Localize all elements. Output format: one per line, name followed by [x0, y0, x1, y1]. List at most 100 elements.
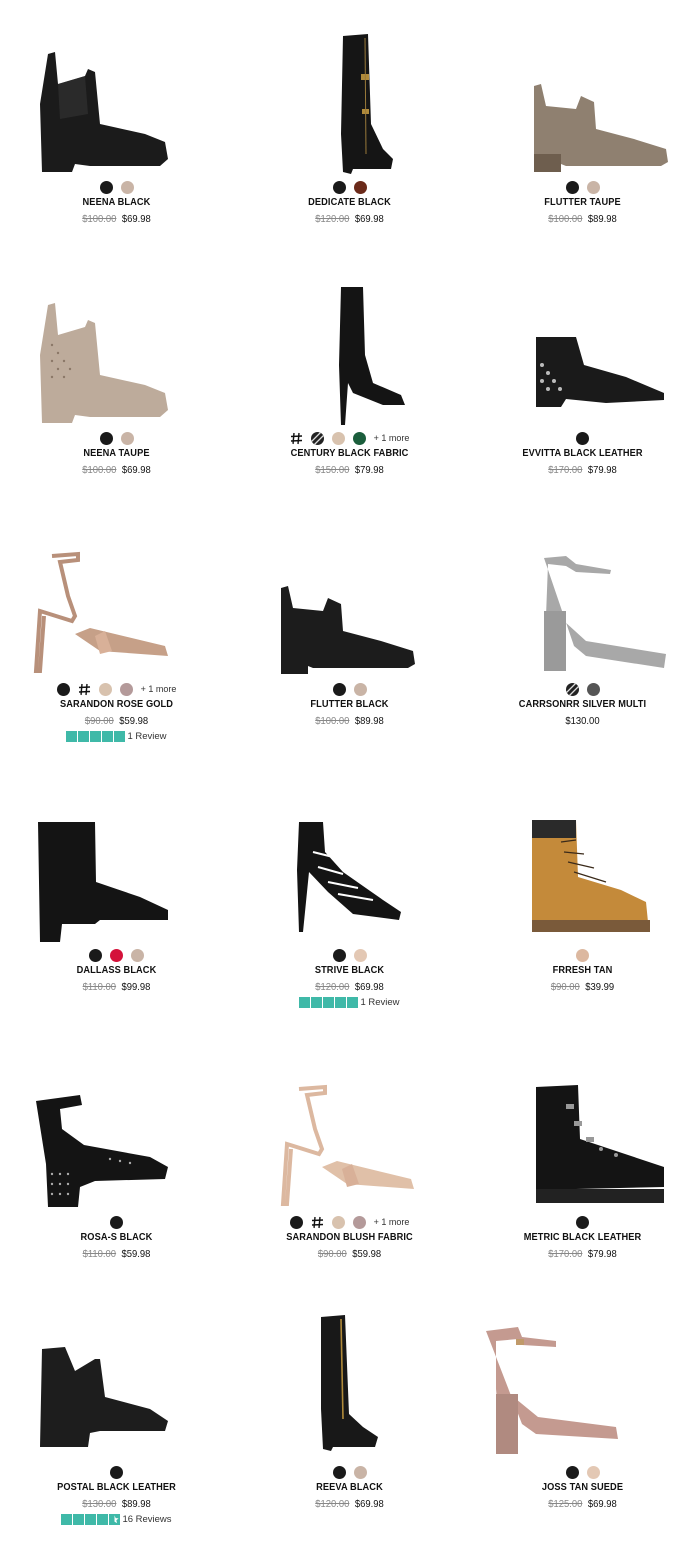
- product-image[interactable]: [233, 1049, 466, 1219]
- product-card[interactable]: ROSA-S BLACK $110.00 $59.98: [0, 1049, 233, 1289]
- color-swatch-pattern[interactable]: [310, 1215, 324, 1229]
- product-card[interactable]: + 1 more SARANDON BLUSH FABRIC $90.00 $59.9…: [233, 1049, 466, 1289]
- color-swatch[interactable]: [353, 948, 367, 962]
- product-name[interactable]: CENTURY BLACK FABRIC: [247, 447, 452, 459]
- color-swatch[interactable]: [576, 431, 589, 445]
- product-card[interactable]: + 1 more CENTURY BLACK FABRIC $150.00 $79.9…: [233, 265, 466, 505]
- product-card[interactable]: NEENA TAUPE $100.00 $69.98: [0, 265, 233, 505]
- product-card[interactable]: DALLASS BLACK $110.00 $99.98: [0, 782, 233, 1022]
- color-swatch-pattern[interactable]: [310, 431, 324, 445]
- color-swatch[interactable]: [120, 180, 134, 194]
- color-swatch[interactable]: [120, 431, 134, 445]
- product-card[interactable]: REEVA BLACK $120.00 $69.98: [233, 1299, 466, 1539]
- color-swatch[interactable]: [331, 431, 345, 445]
- color-swatch[interactable]: [332, 948, 346, 962]
- color-swatch[interactable]: [110, 1465, 123, 1479]
- product-card[interactable]: POSTAL BLACK LEATHER $130.00 $89.98 16 Revi…: [0, 1299, 233, 1539]
- color-swatch[interactable]: [576, 1215, 589, 1229]
- product-name[interactable]: EVVITTA BLACK LEATHER: [480, 447, 685, 459]
- color-swatch[interactable]: [586, 682, 600, 696]
- product-card[interactable]: FLUTTER BLACK $100.00 $89.98: [233, 516, 466, 756]
- product-name[interactable]: CARRSONRR SILVER MULTI: [480, 698, 685, 710]
- color-swatch[interactable]: [99, 180, 113, 194]
- product-image[interactable]: [0, 782, 233, 952]
- product-name[interactable]: SARANDON ROSE GOLD: [14, 698, 219, 710]
- product-image[interactable]: [233, 782, 466, 952]
- product-image[interactable]: [0, 14, 233, 184]
- product-rating[interactable]: 1 Review: [233, 997, 466, 1008]
- product-name[interactable]: NEENA BLACK: [14, 196, 219, 208]
- review-count[interactable]: 1 Review: [360, 997, 399, 1008]
- more-colors-link[interactable]: + 1 more: [141, 684, 177, 694]
- product-image[interactable]: [466, 516, 699, 686]
- product-name[interactable]: POSTAL BLACK LEATHER: [14, 1481, 219, 1493]
- product-card[interactable]: + 1 more SARANDON ROSE GOLD $90.00 $59.98 1 …: [0, 516, 233, 756]
- color-swatch[interactable]: [119, 682, 133, 696]
- product-card[interactable]: STRIVE BLACK $120.00 $69.98 1 Review: [233, 782, 466, 1022]
- product-image[interactable]: [466, 265, 699, 435]
- color-swatch[interactable]: [98, 682, 112, 696]
- product-card[interactable]: FRRESH TAN $90.00 $39.99: [466, 782, 699, 1022]
- more-colors-link[interactable]: + 1 more: [374, 1217, 410, 1227]
- color-swatch[interactable]: [332, 682, 346, 696]
- product-image[interactable]: [0, 516, 233, 686]
- product-name[interactable]: ROSA-S BLACK: [14, 1231, 219, 1243]
- product-name[interactable]: FRRESH TAN: [480, 964, 685, 976]
- product-card[interactable]: FLUTTER TAUPE $100.00 $89.98: [466, 14, 699, 254]
- product-image[interactable]: [0, 1049, 233, 1219]
- color-swatch[interactable]: [353, 180, 367, 194]
- product-card[interactable]: DEDICATE BLACK $120.00 $69.98: [233, 14, 466, 254]
- product-image[interactable]: [466, 14, 699, 184]
- product-name[interactable]: NEENA TAUPE: [14, 447, 219, 459]
- product-card[interactable]: JOSS TAN SUEDE $125.00 $69.98: [466, 1299, 699, 1539]
- color-swatch[interactable]: [586, 1465, 600, 1479]
- product-image[interactable]: [466, 782, 699, 952]
- color-swatch-pattern[interactable]: [565, 682, 579, 696]
- color-swatch[interactable]: [89, 948, 102, 962]
- product-card[interactable]: CARRSONRR SILVER MULTI $130.00: [466, 516, 699, 756]
- color-swatch[interactable]: [565, 1465, 579, 1479]
- color-swatch[interactable]: [99, 431, 113, 445]
- color-swatch[interactable]: [576, 948, 589, 962]
- color-swatch[interactable]: [586, 180, 600, 194]
- product-card[interactable]: METRIC BLACK LEATHER $170.00 $79.98: [466, 1049, 699, 1289]
- product-name[interactable]: DALLASS BLACK: [14, 964, 219, 976]
- product-name[interactable]: JOSS TAN SUEDE: [480, 1481, 685, 1493]
- color-swatch-pattern[interactable]: [77, 682, 91, 696]
- color-swatch[interactable]: [352, 431, 366, 445]
- color-swatch[interactable]: [353, 682, 367, 696]
- color-swatch[interactable]: [331, 1215, 345, 1229]
- product-name[interactable]: REEVA BLACK: [247, 1481, 452, 1493]
- product-name[interactable]: FLUTTER TAUPE: [480, 196, 685, 208]
- review-count[interactable]: 1 Review: [127, 731, 166, 742]
- product-card[interactable]: EVVITTA BLACK LEATHER $170.00 $79.98: [466, 265, 699, 505]
- product-image[interactable]: [233, 1299, 466, 1469]
- product-name[interactable]: SARANDON BLUSH FABRIC: [247, 1231, 452, 1243]
- color-swatch[interactable]: [56, 682, 70, 696]
- product-name[interactable]: DEDICATE BLACK: [247, 196, 452, 208]
- product-name[interactable]: STRIVE BLACK: [247, 964, 452, 976]
- color-swatch[interactable]: [332, 180, 346, 194]
- product-image[interactable]: [466, 1049, 699, 1219]
- color-swatch[interactable]: [131, 948, 144, 962]
- color-swatch[interactable]: [332, 1465, 346, 1479]
- color-swatch[interactable]: [289, 1215, 303, 1229]
- product-image[interactable]: [0, 1299, 233, 1469]
- product-name[interactable]: FLUTTER BLACK: [247, 698, 452, 710]
- product-rating[interactable]: 16 Reviews: [0, 1514, 233, 1525]
- product-image[interactable]: [466, 1299, 699, 1469]
- review-count[interactable]: 16 Reviews: [122, 1514, 171, 1525]
- product-image[interactable]: [233, 14, 466, 184]
- product-rating[interactable]: 1 Review: [0, 731, 233, 742]
- color-swatch[interactable]: [110, 948, 123, 962]
- product-image[interactable]: [233, 265, 466, 435]
- color-swatch[interactable]: [565, 180, 579, 194]
- product-image[interactable]: [0, 265, 233, 435]
- color-swatch-pattern[interactable]: [289, 431, 303, 445]
- product-card[interactable]: NEENA BLACK $100.00 $69.98: [0, 14, 233, 254]
- product-name[interactable]: METRIC BLACK LEATHER: [480, 1231, 685, 1243]
- more-colors-link[interactable]: + 1 more: [374, 433, 410, 443]
- product-image[interactable]: [233, 516, 466, 686]
- color-swatch[interactable]: [110, 1215, 123, 1229]
- color-swatch[interactable]: [352, 1215, 366, 1229]
